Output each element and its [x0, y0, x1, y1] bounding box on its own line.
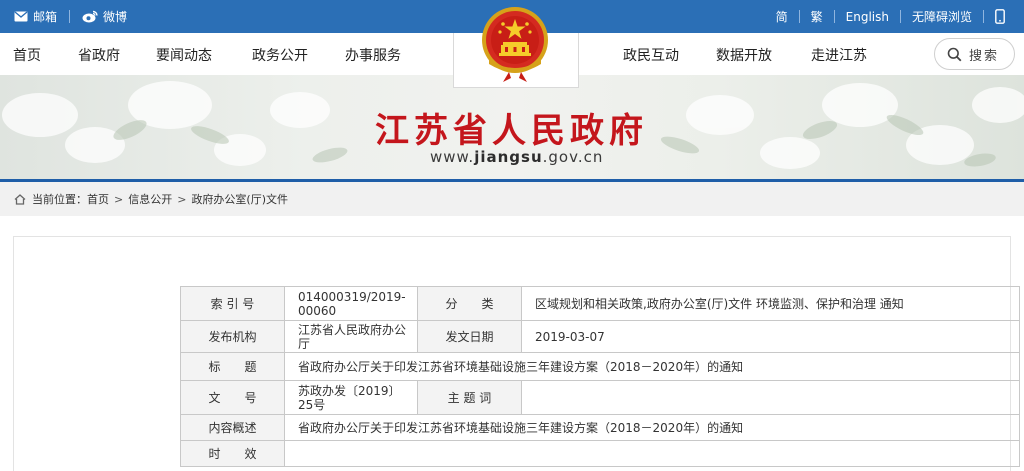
divider — [69, 10, 71, 23]
breadcrumb-home[interactable]: 首页 — [87, 191, 109, 207]
document-metadata-table: 索 引 号 014000319/2019-00060 分 类 区域规划和相关政策… — [180, 286, 1020, 467]
document-number-value: 苏政办发〔2019〕25号 — [284, 380, 418, 415]
publisher-value: 江苏省人民政府办公厅 — [284, 320, 418, 353]
keywords-value — [521, 380, 1020, 415]
english-link[interactable]: English — [846, 10, 889, 24]
validity-value — [284, 440, 1020, 467]
date-value: 2019-03-07 — [521, 320, 1020, 353]
site-url-suffix: .gov.cn — [542, 148, 604, 166]
simplified-chinese-link[interactable]: 简 — [776, 8, 788, 25]
site-url-domain: jiangsu — [474, 148, 543, 166]
accessible-browsing-link[interactable]: 无障碍浏览 — [912, 8, 972, 25]
weibo-icon — [82, 10, 98, 23]
top-bar-right: 简 繁 English 无障碍浏览 — [776, 0, 1010, 33]
publisher-label: 发布机构 — [180, 320, 285, 353]
validity-label: 时 效 — [180, 440, 285, 467]
keywords-label: 主 题 词 — [417, 380, 522, 415]
site-title: 江苏省人民政府 — [375, 111, 648, 151]
traditional-chinese-link[interactable]: 繁 — [811, 8, 823, 25]
nav-item-open-data[interactable]: 数据开放 — [716, 45, 772, 65]
summary-value: 省政府办公厅关于印发江苏省环境基础设施三年建设方案（2018－2020年）的通知 — [284, 414, 1020, 441]
breadcrumb: 当前位置： 首页 > 信息公开 > 政府办公室(厅)文件 — [0, 182, 1024, 216]
nav-item-government-affairs[interactable]: 政务公开 — [252, 45, 308, 65]
top-bar-left: 邮箱 微博 — [14, 0, 127, 33]
breadcrumb-separator: > — [177, 192, 187, 206]
weibo-label: 微博 — [103, 10, 128, 24]
mobile-phone-icon[interactable] — [995, 9, 1010, 24]
mail-label: 邮箱 — [33, 10, 58, 24]
index-label: 索 引 号 — [180, 286, 285, 321]
site-url: www.jiangsu.gov.cn — [430, 148, 603, 166]
site-url-prefix: www. — [430, 148, 475, 166]
breadcrumb-separator: > — [114, 192, 124, 206]
home-icon — [14, 193, 26, 205]
category-value: 区域规划和相关政策,政府办公室(厅)文件 环境监测、保护和治理 通知 — [521, 286, 1020, 321]
table-row: 文 号 苏政办发〔2019〕25号 主 题 词 — [180, 380, 1020, 415]
divider — [899, 10, 901, 23]
date-label: 发文日期 — [417, 320, 522, 353]
nav-item-news[interactable]: 要闻动态 — [156, 45, 212, 65]
category-label: 分 类 — [417, 286, 522, 321]
summary-label: 内容概述 — [180, 414, 285, 441]
title-value: 省政府办公厅关于印发江苏省环境基础设施三年建设方案（2018－2020年）的通知 — [284, 352, 1020, 381]
search-label: 搜索 — [969, 48, 1000, 64]
breadcrumb-prefix: 当前位置： — [32, 193, 87, 206]
table-row: 索 引 号 014000319/2019-00060 分 类 区域规划和相关政策… — [180, 286, 1020, 321]
breadcrumb-info-disclosure[interactable]: 信息公开 — [128, 191, 172, 207]
title-label: 标 题 — [180, 352, 285, 381]
table-row: 内容概述 省政府办公厅关于印发江苏省环境基础设施三年建设方案（2018－2020… — [180, 414, 1020, 441]
mail-link[interactable]: 邮箱 — [14, 8, 57, 25]
nav-item-interaction[interactable]: 政民互动 — [623, 45, 679, 65]
divider — [983, 10, 984, 23]
search-icon — [947, 47, 962, 61]
weibo-link[interactable]: 微博 — [82, 8, 127, 25]
table-row: 标 题 省政府办公厅关于印发江苏省环境基础设施三年建设方案（2018－2020年… — [180, 352, 1020, 381]
document-number-label: 文 号 — [180, 380, 285, 415]
nav-item-province-government[interactable]: 省政府 — [78, 45, 120, 65]
search-button[interactable]: 搜索 — [934, 38, 1015, 70]
mail-icon — [14, 11, 28, 22]
national-emblem-icon[interactable] — [479, 2, 551, 84]
table-row: 发布机构 江苏省人民政府办公厅 发文日期 2019-03-07 — [180, 320, 1020, 353]
table-row: 时 效 — [180, 440, 1020, 467]
divider — [798, 10, 800, 23]
nav-item-services[interactable]: 办事服务 — [345, 45, 401, 65]
nav-item-about-jiangsu[interactable]: 走进江苏 — [811, 45, 867, 65]
nav-item-home[interactable]: 首页 — [13, 45, 41, 65]
breadcrumb-office-documents[interactable]: 政府办公室(厅)文件 — [191, 191, 288, 207]
divider — [833, 10, 835, 23]
index-value: 014000319/2019-00060 — [284, 286, 418, 321]
